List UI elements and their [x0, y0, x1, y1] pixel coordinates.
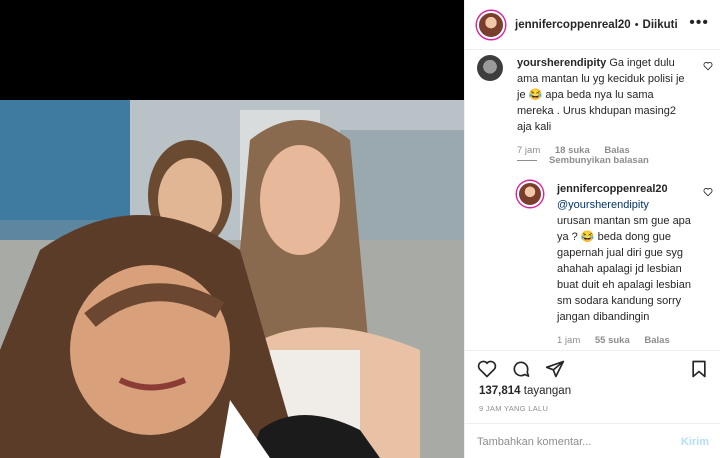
- post-media[interactable]: [0, 0, 464, 458]
- comment-bubble-icon[interactable]: [511, 359, 531, 379]
- video-player[interactable]: [0, 100, 464, 458]
- hide-replies-label: Sembunyikan balasan: [549, 155, 649, 166]
- author-username[interactable]: jennifercoppenreal20: [515, 19, 631, 31]
- add-comment-input[interactable]: [477, 435, 681, 448]
- like-comment-heart-icon[interactable]: [703, 61, 713, 71]
- action-icons: [477, 359, 565, 379]
- like-heart-icon[interactable]: [477, 359, 497, 379]
- comments-list[interactable]: yoursherendipity Ga inget dulu ama manta…: [465, 51, 720, 351]
- comment-body: yoursherendipity Ga inget dulu ama manta…: [517, 55, 689, 159]
- add-comment-bar: Kirim: [465, 423, 720, 458]
- hide-replies-toggle[interactable]: Sembunyikan balasan: [517, 155, 649, 166]
- view-count-number: 137,814: [479, 385, 521, 397]
- header-separator: •: [634, 18, 639, 31]
- reply-time[interactable]: 1 jam: [557, 335, 580, 346]
- more-options-icon[interactable]: •••: [689, 14, 709, 32]
- reply-author-username[interactable]: jennifercoppenreal20: [557, 183, 668, 195]
- reply-reply-button[interactable]: Balas: [644, 335, 669, 346]
- commenter-avatar[interactable]: [477, 55, 503, 81]
- view-count-label: tayangan: [523, 385, 572, 397]
- reply-likes[interactable]: 55 suka: [595, 335, 630, 346]
- video-frame: [0, 100, 464, 458]
- bookmark-icon: [692, 360, 706, 378]
- post-sidebar: jennifercoppenreal20 • Diikuti ••• yours…: [464, 0, 720, 458]
- post-timestamp[interactable]: 9 JAM YANG LALU: [479, 404, 548, 413]
- author-avatar[interactable]: [477, 10, 505, 39]
- share-paper-plane-icon[interactable]: [545, 359, 565, 379]
- reply-mention-link[interactable]: @yoursherendipity: [557, 197, 697, 213]
- post-actions: 137,814 tayangan 9 JAM YANG LALU Kirim: [465, 350, 720, 458]
- hide-replies-divider: [517, 160, 537, 161]
- commenter-username[interactable]: yoursherendipity: [517, 57, 606, 69]
- view-count[interactable]: 137,814 tayangan: [479, 385, 571, 397]
- reply-meta: 1 jam 55 suka Balas: [557, 333, 697, 349]
- post-header: jennifercoppenreal20 • Diikuti •••: [465, 0, 720, 50]
- reply-author-avatar[interactable]: [517, 181, 543, 207]
- like-reply-heart-icon[interactable]: [703, 187, 713, 197]
- follow-status-button[interactable]: Diikuti: [643, 19, 678, 31]
- reply-body: jennifercoppenreal20 @yoursherendipity u…: [557, 181, 697, 349]
- save-bookmark-button[interactable]: [689, 359, 709, 382]
- post-comment-button[interactable]: Kirim: [681, 436, 709, 448]
- reply-text: urusan mantan sm gue apa ya ? 😂 beda don…: [557, 215, 691, 323]
